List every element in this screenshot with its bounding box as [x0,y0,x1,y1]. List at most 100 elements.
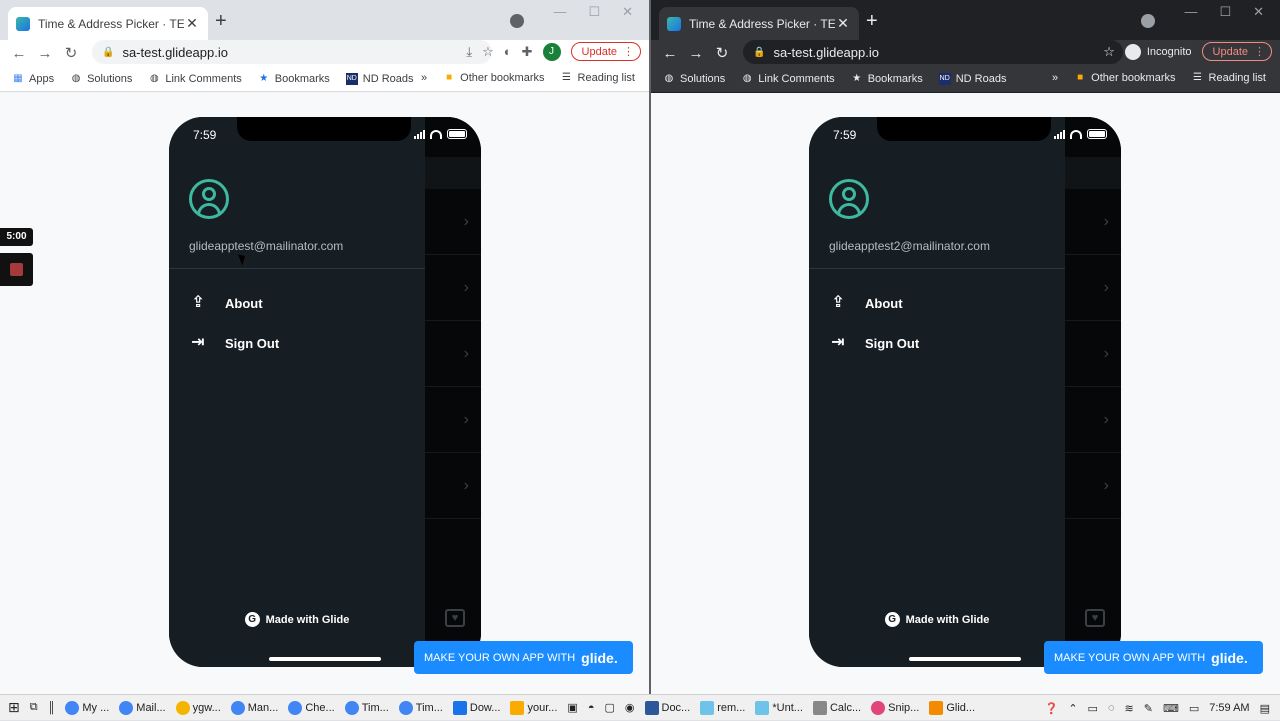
reading-list[interactable]: ☰ Reading list [553,72,643,84]
forward-icon[interactable]: → [683,45,709,62]
list-item[interactable]: › [425,189,481,255]
glide-promo-banner[interactable]: MAKE YOUR OWN APP WITH glide. [1044,641,1263,674]
list-item[interactable]: › [425,453,481,519]
briefcase-icon[interactable]: ▣ [562,695,582,721]
window-icon[interactable]: ▢ [599,695,619,721]
chevron-up-icon[interactable]: ⌃ [1068,702,1077,715]
taskbar-app[interactable]: Tim... [394,695,448,721]
close-tab-icon[interactable]: ✕ [184,15,200,32]
tab-search-icon[interactable] [510,14,524,28]
bookmark-nd-roads[interactable]: ND ND Roads [931,73,1015,85]
other-bookmarks[interactable]: ■ Other bookmarks [435,72,552,84]
taskbar-app[interactable]: your... [505,695,562,721]
bookmark-nd-roads[interactable]: ND ND Roads [338,72,422,85]
taskbar-app[interactable]: Mail... [114,695,170,721]
install-icon[interactable]: ⤓ [466,44,472,60]
keyboard-icon[interactable]: ⌨ [1163,702,1179,715]
taskbar-app[interactable]: ygw... [171,695,226,721]
menu-item-sign-out[interactable]: ⇥ Sign Out [829,333,919,353]
list-item[interactable]: › [425,387,481,453]
bookmark-link-comments[interactable]: ◍ Link Comments [140,73,249,85]
reload-icon[interactable]: ↻ [709,44,735,62]
browser-tab[interactable]: Time & Address Picker · TEST · M ✕ [8,7,208,40]
browser-tab[interactable]: Time & Address Picker · TEST · M ✕ [659,7,859,40]
back-icon[interactable]: ← [657,45,683,62]
calculator-icon [812,700,827,715]
list-item[interactable]: › [425,321,481,387]
close-window-icon[interactable]: ✕ [1253,4,1264,20]
address-bar[interactable]: 🔒 sa-test.glideapp.io [92,40,492,64]
taskbar-app[interactable]: *Unt... [750,695,808,721]
notifications-icon[interactable]: ▤ [1260,702,1270,715]
made-with-glide[interactable]: G Made with Glide [169,612,425,627]
maximize-icon[interactable]: ☐ [1219,4,1231,20]
help-icon[interactable]: ❓ [1045,702,1059,715]
menu-item-sign-out[interactable]: ⇥ Sign Out [189,333,279,353]
bookmark-bookmarks[interactable]: ★ Bookmarks [843,73,931,85]
made-with-glide[interactable]: G Made with Glide [809,612,1065,627]
list-item[interactable]: › [1065,255,1121,321]
start-button[interactable]: ⊞ [0,695,25,721]
bookmark-link-comments[interactable]: ◍ Link Comments [733,73,842,85]
task-view-icon[interactable]: ⧉ [25,695,43,721]
taskbar-app[interactable]: Doc... [640,695,696,721]
bookmarks-overflow-icon[interactable]: » [1044,72,1066,84]
other-bookmarks[interactable]: ■ Other bookmarks [1066,72,1183,84]
taskbar-app[interactable]: Calc... [808,695,866,721]
maximize-icon[interactable]: ☐ [588,4,600,20]
bookmark-bookmarks[interactable]: ★ Bookmarks [250,73,338,85]
glide-promo-banner[interactable]: MAKE YOUR OWN APP WITH glide. [414,641,633,674]
back-icon[interactable]: ← [6,45,32,62]
taskbar-app[interactable]: My ... [60,695,114,721]
reading-list[interactable]: ☰ Reading list [1184,72,1274,84]
forward-icon[interactable]: → [32,45,58,62]
taskbar-app[interactable]: rem... [695,695,750,721]
network-icon[interactable]: ◌ [1108,702,1115,714]
new-tab-icon[interactable]: + [215,11,227,31]
update-button[interactable]: Update ⋮ [570,42,641,61]
menu-item-about[interactable]: ⇪ About [189,293,262,313]
list-item[interactable]: › [1065,453,1121,519]
stop-recording-button[interactable] [0,253,33,286]
battery-tray-icon[interactable]: ▭ [1088,702,1098,715]
headset-icon[interactable]: ◓ [583,695,600,721]
star-icon[interactable]: ☆ [482,44,494,60]
clock[interactable]: 7:59 AM [1209,702,1249,714]
globe-icon: ◍ [742,73,752,84]
tab-search-icon[interactable] [1141,14,1155,28]
close-tab-icon[interactable]: ✕ [835,15,851,32]
menu-item-about[interactable]: ⇪ About [829,293,902,313]
list-item[interactable]: › [1065,387,1121,453]
star-icon[interactable]: ☆ [1103,44,1115,60]
taskbar-app[interactable]: Snip... [866,695,924,721]
minimize-icon[interactable]: — [553,4,566,20]
bookmark-solutions[interactable]: ◍ Solutions [62,73,140,85]
close-window-icon[interactable]: ✕ [622,4,633,20]
display-icon[interactable]: ▭ [1189,702,1199,715]
taskbar-app[interactable]: Tim... [340,695,394,721]
favorites-icon[interactable]: ♥ [1085,609,1105,627]
puzzle-icon[interactable]: ✚ [522,44,533,60]
reload-icon[interactable]: ↻ [58,44,84,62]
favorites-icon[interactable]: ♥ [445,609,465,627]
bookmarks-overflow-icon[interactable]: » [413,72,435,84]
list-item[interactable]: › [425,255,481,321]
wifi-tray-icon[interactable]: ≋ [1125,702,1134,715]
address-bar[interactable]: 🔒 sa-test.glideapp.io [743,40,1123,64]
bookmark-apps[interactable]: ▦ Apps [0,73,62,85]
list-item[interactable]: › [1065,321,1121,387]
extension-icon[interactable]: ◐ [504,44,512,59]
bookmark-solutions[interactable]: ◍ Solutions [651,73,733,85]
pen-icon[interactable]: ✎ [1144,702,1153,715]
taskbar-app[interactable]: Man... [226,695,284,721]
minimize-icon[interactable]: — [1184,4,1197,20]
edge-icon[interactable]: ◉ [620,695,640,721]
new-tab-icon[interactable]: + [866,11,878,31]
taskbar-app[interactable]: Dow... [448,695,506,721]
update-button[interactable]: Update ⋮ [1201,42,1272,61]
incognito-badge[interactable]: Incognito [1124,43,1192,60]
profile-avatar[interactable]: J [542,42,561,61]
taskbar-app[interactable]: Glid... [924,695,980,721]
taskbar-app[interactable]: Che... [283,695,339,721]
list-item[interactable]: › [1065,189,1121,255]
